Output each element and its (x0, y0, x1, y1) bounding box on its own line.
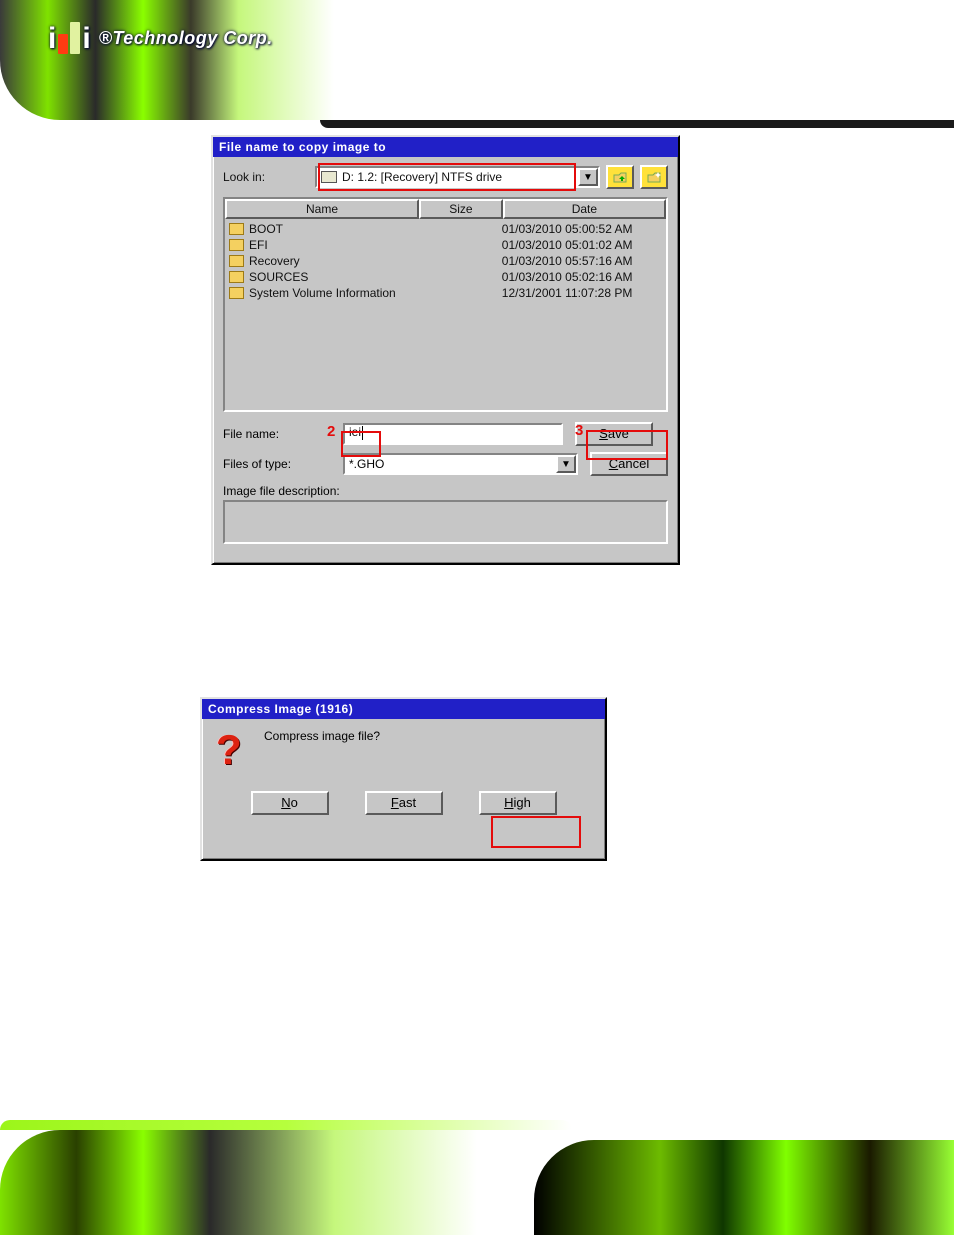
look-in-value: D: 1.2: [Recovery] NTFS drive (342, 170, 502, 184)
dropdown-arrow-icon[interactable] (556, 455, 576, 473)
col-name[interactable]: Name (225, 199, 419, 219)
folder-icon (229, 223, 244, 235)
folder-icon (229, 287, 244, 299)
dropdown-arrow-icon[interactable] (578, 168, 598, 186)
file-list-header: Name Size Date (225, 199, 666, 219)
annotation-2: 2 (327, 423, 335, 440)
up-one-level-button[interactable] (606, 165, 634, 189)
file-name-label: File name: (223, 427, 343, 441)
folder-icon (229, 239, 244, 251)
fast-button[interactable]: Fast (365, 791, 443, 815)
dialog1-title: File name to copy image to (213, 137, 678, 157)
col-size[interactable]: Size (419, 199, 503, 219)
save-image-dialog: File name to copy image to Look in: 1 D:… (211, 135, 680, 565)
files-of-type-combo[interactable]: *.GHO (343, 453, 578, 475)
logo: i i ®Technology Corp. (48, 22, 273, 54)
folder-icon (229, 255, 244, 267)
file-row[interactable]: BOOT 01/03/2010 05:00:52 AM (229, 221, 662, 237)
files-of-type-label: Files of type: (223, 457, 343, 471)
file-row-name: SOURCES (249, 270, 308, 284)
high-button[interactable]: High (479, 791, 557, 815)
file-row-name: EFI (249, 238, 268, 252)
file-row-name: System Volume Information (249, 286, 396, 300)
drive-icon (321, 171, 337, 183)
look-in-label: Look in: (223, 170, 315, 184)
file-row-name: BOOT (249, 222, 283, 236)
dialog2-title: Compress Image (1916) (202, 699, 605, 719)
logo-text: ®Technology Corp. (99, 28, 273, 49)
col-date[interactable]: Date (503, 199, 666, 219)
file-name-input[interactable]: iei (343, 423, 563, 445)
file-list[interactable]: Name Size Date BOOT 01/03/2010 05:00:52 A… (223, 197, 668, 412)
file-row-date: 01/03/2010 05:02:16 AM (502, 270, 662, 284)
folder-icon (229, 271, 244, 283)
annotation-3: 3 (575, 422, 583, 439)
cancel-button[interactable]: Cancel (590, 452, 668, 476)
file-row-date: 01/03/2010 05:00:52 AM (502, 222, 662, 236)
compress-question: Compress image file? (264, 729, 380, 743)
file-row-date: 01/03/2010 05:57:16 AM (502, 254, 662, 268)
look-in-combo[interactable]: D: 1.2: [Recovery] NTFS drive (315, 166, 600, 188)
file-name-value: iei (349, 425, 361, 439)
file-row-name: Recovery (249, 254, 300, 268)
new-folder-button[interactable] (640, 165, 668, 189)
file-row[interactable]: SOURCES 01/03/2010 05:02:16 AM (229, 269, 662, 285)
compress-image-dialog: Compress Image (1916) ? Compress image f… (200, 697, 607, 861)
no-button[interactable]: No (251, 791, 329, 815)
file-row[interactable]: Recovery 01/03/2010 05:57:16 AM (229, 253, 662, 269)
file-row[interactable]: EFI 01/03/2010 05:01:02 AM (229, 237, 662, 253)
image-desc-label: Image file description: (213, 476, 678, 500)
files-of-type-value: *.GHO (349, 457, 384, 471)
image-desc-box[interactable] (223, 500, 668, 544)
file-row[interactable]: System Volume Information 12/31/2001 11:0… (229, 285, 662, 301)
bottom-banner (0, 1130, 954, 1235)
top-banner (0, 0, 954, 120)
file-row-date: 12/31/2001 11:07:28 PM (502, 286, 662, 300)
save-button[interactable]: Save (575, 422, 653, 446)
question-icon: ? (216, 729, 250, 767)
file-row-date: 01/03/2010 05:01:02 AM (502, 238, 662, 252)
